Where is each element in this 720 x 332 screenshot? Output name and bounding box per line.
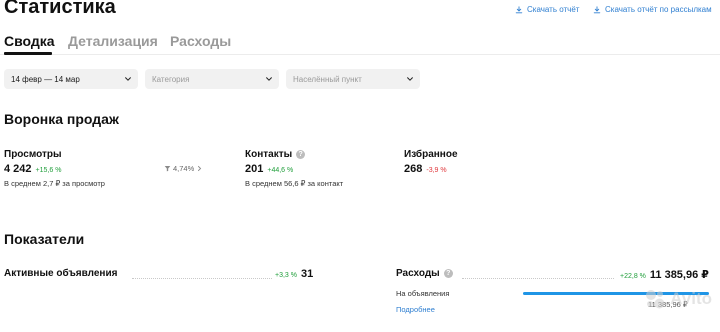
views-delta: +15,6 % (35, 167, 62, 174)
tab-details[interactable]: Детализация (68, 33, 158, 49)
views-value-row: 4 242 +15,6 % (4, 163, 61, 175)
views-average: В среднем 2,7 ₽ за просмотр (4, 179, 105, 188)
city-select-placeholder: Населённый пункт (293, 74, 362, 84)
active-ads-delta: +3,3 % (275, 272, 297, 279)
views-label: Просмотры (4, 149, 62, 160)
expenses-delta: +22,8 % (620, 273, 646, 280)
conversion-badge[interactable]: 4,74% (164, 164, 203, 173)
category-select[interactable]: Категория (145, 69, 279, 89)
dotted-leader (462, 278, 614, 279)
favorites-delta: -3,9 % (426, 167, 447, 174)
watermark-text: Avito (670, 289, 712, 308)
views-value: 4 242 (4, 163, 32, 175)
page-title: Статистика (4, 0, 116, 18)
conversion-value: 4,74% (173, 164, 195, 173)
expenses-breakdown-label: На объявления (396, 289, 450, 298)
indicators-section-title: Показатели (4, 231, 85, 247)
chevron-down-icon (407, 77, 413, 81)
favorites-value: 268 (404, 163, 423, 175)
download-report-link[interactable]: Скачать отчёт (515, 5, 579, 14)
chevron-right-icon (198, 165, 202, 172)
download-subscription-report-link[interactable]: Скачать отчёт по рассылкам (593, 5, 712, 14)
active-tab-indicator (4, 52, 52, 55)
period-select-value: 14 февр — 14 мар (11, 74, 80, 84)
favorites-value-row: 268 -3,9 % (404, 163, 447, 175)
favorites-label-text: Избранное (404, 149, 458, 160)
contacts-delta: +44,6 % (267, 167, 294, 174)
download-report-label: Скачать отчёт (527, 5, 580, 14)
chevron-down-icon (266, 77, 272, 81)
active-ads-value: 31 (301, 268, 314, 280)
dotted-leader (132, 278, 272, 279)
download-icon (515, 5, 523, 13)
contacts-label: Контакты ? (245, 149, 306, 160)
avito-watermark: Avito (644, 288, 712, 310)
info-icon[interactable]: ? (296, 150, 306, 159)
period-select[interactable]: 14 февр — 14 мар (4, 69, 138, 89)
expenses-label-text: Расходы (396, 268, 440, 279)
contacts-value: 201 (245, 163, 264, 175)
views-label-text: Просмотры (4, 149, 62, 160)
contacts-average: В среднем 56,6 ₽ за контакт (245, 179, 344, 188)
funnel-section-title: Воронка продаж (4, 111, 119, 127)
active-ads-value-row: +3,3 % 31 (275, 268, 313, 280)
info-icon[interactable]: ? (443, 269, 453, 278)
more-details-link[interactable]: Подробнее (396, 305, 435, 314)
category-select-placeholder: Категория (152, 74, 190, 84)
tab-summary[interactable]: Сводка (4, 33, 55, 49)
expenses-value-row: +22,8 % 11 385,96 ₽ (620, 268, 709, 281)
active-ads-label: Активные объявления (4, 268, 117, 279)
chevron-down-icon (125, 77, 131, 81)
download-subscription-report-label: Скачать отчёт по рассылкам (605, 5, 712, 14)
favorites-label: Избранное (404, 149, 458, 160)
funnel-icon (164, 166, 171, 172)
expenses-value: 11 385,96 ₽ (649, 269, 709, 281)
tab-expenses[interactable]: Расходы (170, 33, 231, 49)
contacts-value-row: 201 +44,6 % (245, 163, 293, 175)
expenses-label: Расходы ? (396, 268, 453, 279)
contacts-label-text: Контакты (245, 149, 293, 160)
active-ads-label-text: Активные объявления (4, 268, 118, 279)
tabs-divider (0, 54, 720, 55)
download-icon (593, 5, 601, 13)
city-select[interactable]: Населённый пункт (286, 69, 420, 89)
avito-logo-icon (646, 290, 665, 309)
